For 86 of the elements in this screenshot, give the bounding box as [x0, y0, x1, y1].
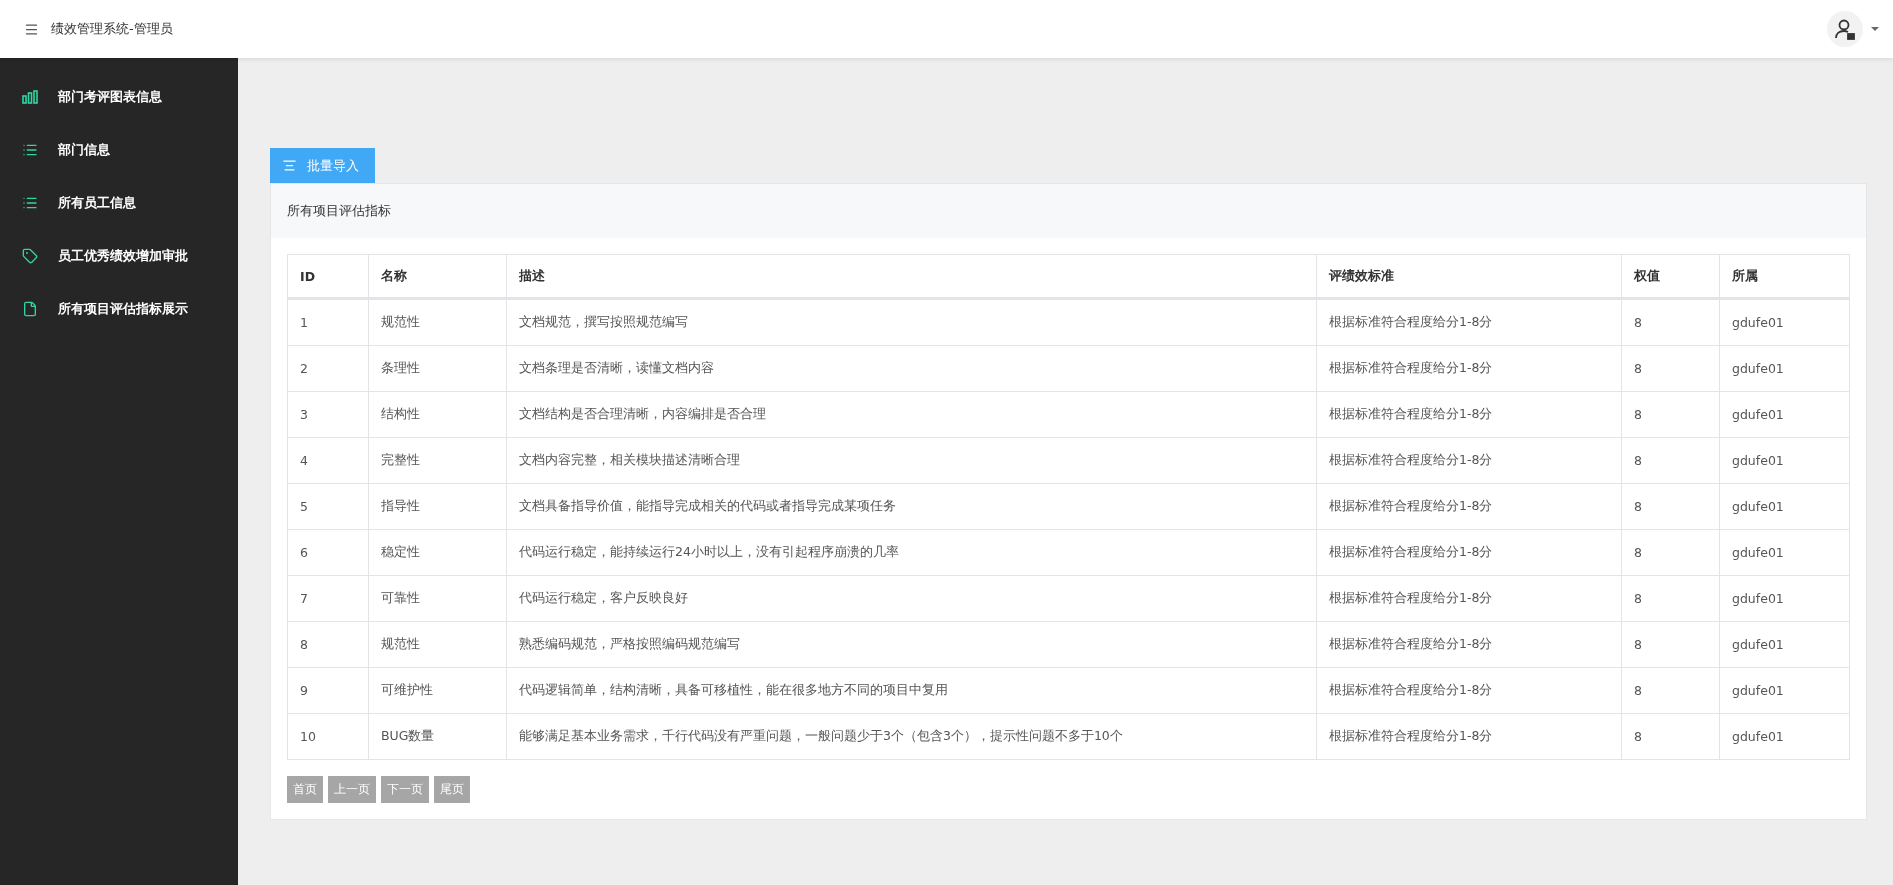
column-header: 描述 — [506, 254, 1317, 299]
table-cell: gdufe01 — [1719, 713, 1850, 760]
table-cell: 完整性 — [368, 437, 507, 484]
sidebar-item[interactable]: 部门考评图表信息 — [0, 70, 238, 123]
table-cell: gdufe01 — [1719, 667, 1850, 714]
sidebar-item-label: 部门信息 — [58, 140, 110, 159]
table-cell: 代码逻辑简单，结构清晰，具备可移植性，能在很多地方不同的项目中复用 — [506, 667, 1317, 714]
table-cell: 文档条理是否清晰，读懂文档内容 — [506, 345, 1317, 392]
file-icon — [22, 300, 38, 317]
table-cell: 可靠性 — [368, 575, 507, 622]
table-cell: 8 — [1621, 713, 1720, 760]
table-cell: gdufe01 — [1719, 621, 1850, 668]
caret-icon[interactable] — [1871, 27, 1879, 31]
tag-icon — [22, 247, 38, 264]
table-cell: 8 — [1621, 621, 1720, 668]
table-cell: 8 — [1621, 575, 1720, 622]
align-center-icon — [282, 158, 297, 173]
table-cell: 2 — [287, 345, 369, 392]
table-cell: 8 — [1621, 298, 1720, 346]
menu-icon[interactable] — [24, 21, 39, 37]
table-cell: 10 — [287, 713, 369, 760]
table-cell: 指导性 — [368, 483, 507, 530]
sidebar-item-label: 所有员工信息 — [58, 193, 136, 212]
table-cell: 4 — [287, 437, 369, 484]
table-cell: gdufe01 — [1719, 575, 1850, 622]
table-cell: gdufe01 — [1719, 483, 1850, 530]
column-header: ID — [287, 254, 369, 299]
table-cell: gdufe01 — [1719, 391, 1850, 438]
table-cell: 8 — [1621, 345, 1720, 392]
column-header: 名称 — [368, 254, 507, 299]
bar-chart-icon — [22, 89, 38, 104]
table-cell: BUG数量 — [368, 713, 507, 760]
table-cell: 1 — [287, 298, 369, 346]
column-header: 所属 — [1719, 254, 1850, 299]
table-cell: 文档规范，撰写按照规范编写 — [506, 298, 1317, 346]
user-avatar[interactable] — [1827, 11, 1863, 47]
sidebar-item-label: 所有项目评估指标展示 — [58, 299, 188, 318]
column-header: 权值 — [1621, 254, 1720, 299]
table-cell: gdufe01 — [1719, 529, 1850, 576]
table-cell: 稳定性 — [368, 529, 507, 576]
table-cell: 文档具备指导价值，能指导完成相关的代码或者指导完成某项任务 — [506, 483, 1317, 530]
table-cell: 8 — [287, 621, 369, 668]
table-cell: 规范性 — [368, 298, 507, 346]
sidebar-item[interactable]: 部门信息 — [0, 123, 238, 176]
table-cell: 8 — [1621, 437, 1720, 484]
table-cell: 根据标准符合程度给分1-8分 — [1316, 529, 1622, 576]
table-cell: 根据标准符合程度给分1-8分 — [1316, 621, 1622, 668]
app-title: 绩效管理系统-管理员 — [51, 20, 173, 38]
table-cell: 8 — [1621, 391, 1720, 438]
table-cell: 根据标准符合程度给分1-8分 — [1316, 575, 1622, 622]
table-cell: 根据标准符合程度给分1-8分 — [1316, 483, 1622, 530]
table-cell: 根据标准符合程度给分1-8分 — [1316, 667, 1622, 714]
table-cell: 文档结构是否合理清晰，内容编排是否合理 — [506, 391, 1317, 438]
table-cell: gdufe01 — [1719, 437, 1850, 484]
sidebar-item-label: 员工优秀绩效增加审批 — [58, 246, 188, 265]
table-cell: 根据标准符合程度给分1-8分 — [1316, 391, 1622, 438]
table-cell: 能够满足基本业务需求，千行代码没有严重问题，一般问题少于3个（包含3个），提示性问题不多于10个 — [506, 713, 1317, 760]
table-cell: gdufe01 — [1719, 345, 1850, 392]
table-cell: 根据标准符合程度给分1-8分 — [1316, 345, 1622, 392]
table-cell: 5 — [287, 483, 369, 530]
table-cell: 规范性 — [368, 621, 507, 668]
table-cell: 代码运行稳定，能持续运行24小时以上，没有引起程序崩溃的几率 — [506, 529, 1317, 576]
table-cell: 8 — [1621, 529, 1720, 576]
sidebar-item[interactable]: 员工优秀绩效增加审批 — [0, 229, 238, 282]
table-cell: 根据标准符合程度给分1-8分 — [1316, 437, 1622, 484]
table-cell: 8 — [1621, 667, 1720, 714]
table-cell: 根据标准符合程度给分1-8分 — [1316, 298, 1622, 346]
table-cell: 7 — [287, 575, 369, 622]
sidebar-item-label: 部门考评图表信息 — [58, 87, 162, 106]
sidebar-item[interactable]: 所有项目评估指标展示 — [0, 282, 238, 335]
table-cell: 结构性 — [368, 391, 507, 438]
table-cell: 文档内容完整，相关模块描述清晰合理 — [506, 437, 1317, 484]
table-cell: 可维护性 — [368, 667, 507, 714]
column-header: 评绩效标准 — [1316, 254, 1622, 299]
table-cell: 6 — [287, 529, 369, 576]
panel-title: 所有项目评估指标 — [287, 202, 391, 220]
table-cell: 熟悉编码规范，严格按照编码规范编写 — [506, 621, 1317, 668]
user-lock-icon — [1834, 18, 1856, 40]
table-cell: 代码运行稳定，客户反映良好 — [506, 575, 1317, 622]
table-cell: 根据标准符合程度给分1-8分 — [1316, 713, 1622, 760]
table-cell: 条理性 — [368, 345, 507, 392]
table-cell: 3 — [287, 391, 369, 438]
table-cell: 9 — [287, 667, 369, 714]
table-cell: 8 — [1621, 483, 1720, 530]
table-cell: gdufe01 — [1719, 298, 1850, 346]
sidebar-item[interactable]: 所有员工信息 — [0, 176, 238, 229]
